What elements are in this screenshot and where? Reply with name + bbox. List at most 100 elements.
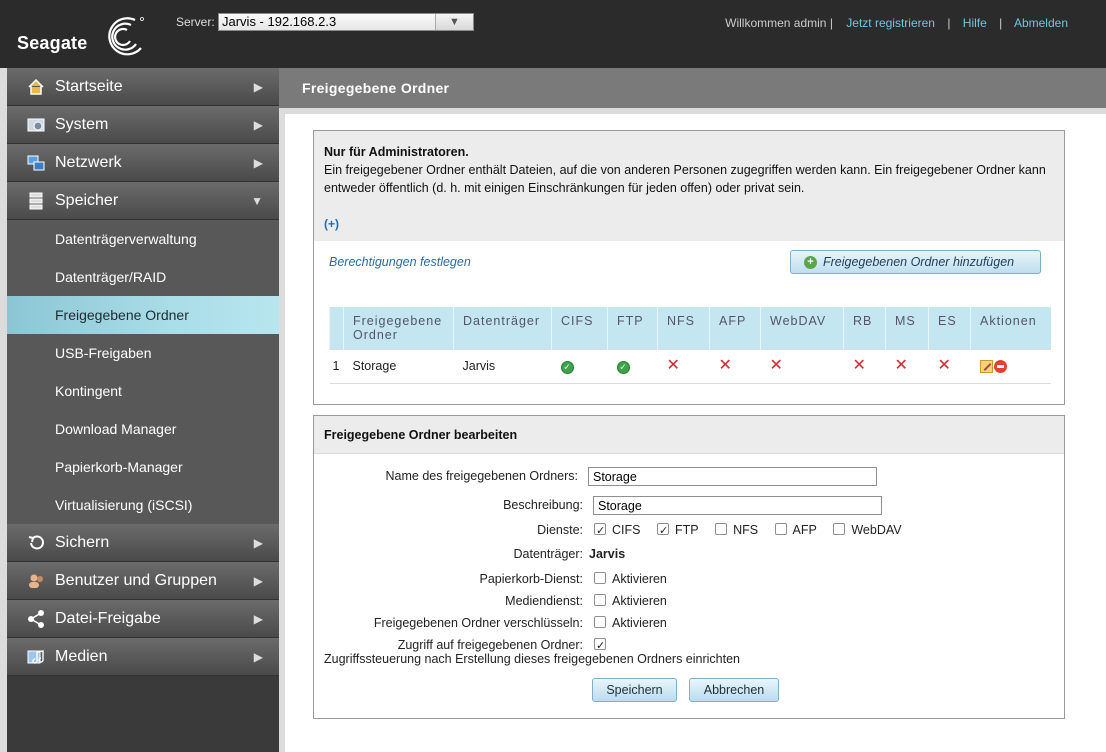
sidebar-subitem-download-manager[interactable]: Download Manager [7, 410, 279, 448]
users-icon [29, 574, 43, 588]
storage-icon [29, 192, 43, 210]
backup-icon [28, 535, 44, 550]
checkbox[interactable] [774, 522, 787, 535]
add-shared-folder-button[interactable]: + Freigegebenen Ordner hinzufügen [790, 250, 1041, 274]
actions [970, 348, 1051, 384]
col-header: Datenträger [453, 307, 552, 349]
sidebar-item-label: Speicher [55, 192, 119, 209]
sidebar-subitem-usb-freigaben[interactable]: USB-Freigaben [7, 334, 279, 372]
sidebar-item-medien[interactable]: Medien ▶ [7, 638, 279, 676]
service-afp[interactable]: AFP [774, 520, 817, 540]
check-icon: ✓ [560, 360, 574, 374]
sidebar-item-benutzer-und-gruppen[interactable]: Benutzer und Gruppen ▶ [7, 562, 279, 600]
sidebar-item-startseite[interactable]: Startseite ▶ [7, 68, 279, 106]
welcome-text: Willkommen admin | [725, 16, 833, 30]
access-description: Zugriffssteuerung nach Erstellung dieses… [324, 652, 740, 666]
col-header: Freigegebene Ordner [343, 307, 454, 349]
arrow-right-icon: ▶ [253, 536, 263, 550]
media-service-option[interactable]: Aktivieren [594, 591, 667, 611]
sidebar-subitem-freigegebene-ordner[interactable]: Freigegebene Ordner [7, 296, 279, 334]
media-service-checkbox[interactable] [594, 593, 606, 606]
sidebar-subitem-datentraegerverwaltung[interactable]: Datenträgerverwaltung [7, 220, 279, 258]
col-header: FTP [607, 307, 658, 349]
checkbox[interactable] [656, 521, 669, 541]
set-permissions-link[interactable]: Berechtigungen festlegen [329, 255, 471, 269]
ms-status: ✕ [885, 348, 929, 384]
table-header-row: Freigegebene Ordner Datenträger CIFS FTP… [329, 307, 1051, 349]
recycle-bin-option[interactable]: Aktivieren [594, 569, 667, 589]
info-title: Nur für Administratoren. [324, 145, 469, 159]
help-link[interactable]: Hilfe [963, 16, 987, 30]
cancel-button[interactable]: Abbrechen [689, 678, 779, 702]
encrypt-checkbox[interactable] [594, 615, 606, 628]
add-icon: + [804, 256, 817, 269]
service-ftp[interactable]: FTP [656, 520, 699, 541]
server-select[interactable]: Jarvis - 192.168.2.3 ▼ [218, 13, 474, 31]
logout-link[interactable]: Abmelden [1014, 16, 1068, 30]
arrow-right-icon: ▶ [253, 650, 263, 664]
edit-icon[interactable] [979, 360, 993, 374]
shared-folders-panel: Nur für Administratoren. Ein freigegeben… [313, 130, 1065, 405]
rb-status: ✕ [843, 348, 886, 384]
register-link[interactable]: Jetzt registrieren [846, 16, 935, 30]
sidebar-subitem-kontingent[interactable]: Kontingent [7, 372, 279, 410]
sidebar-item-datei-freigabe[interactable]: Datei-Freigabe ▶ [7, 600, 279, 638]
col-header: AFP [709, 307, 761, 349]
service-cifs[interactable]: CIFS [594, 520, 640, 541]
dropdown-arrow-icon[interactable]: ▼ [435, 14, 473, 30]
server-select-value: Jarvis - 192.168.2.3 [222, 14, 337, 29]
description-input[interactable] [593, 496, 882, 515]
cross-icon: ✕ [852, 357, 866, 374]
arrow-right-icon: ▶ [253, 574, 263, 588]
arrow-right-icon: ▶ [253, 156, 263, 170]
sidebar-item-label: Startseite [55, 78, 123, 95]
seagate-logo[interactable]: Seagate [17, 14, 147, 58]
delete-icon[interactable] [993, 360, 1007, 374]
access-checkbox[interactable] [594, 636, 606, 656]
col-header: ES [928, 307, 971, 349]
server-label: Server: [176, 15, 215, 29]
checkbox[interactable] [715, 522, 728, 535]
seagate-swirl-icon [108, 17, 144, 56]
cross-icon: ✕ [894, 357, 908, 374]
save-button[interactable]: Speichern [592, 678, 677, 702]
name-label: Name des freigegebenen Ordners: [385, 469, 578, 483]
checkbox[interactable] [833, 522, 846, 535]
service-webdav[interactable]: WebDAV [833, 520, 902, 540]
recycle-bin-checkbox[interactable] [594, 571, 606, 584]
sidebar-item-label: Medien [55, 648, 108, 665]
recycle-bin-label: Papierkorb-Dienst: [479, 572, 583, 586]
description-label: Beschreibung: [503, 498, 583, 512]
name-input[interactable] [588, 467, 877, 486]
folder-name: Storage [343, 348, 454, 384]
checkbox[interactable] [594, 521, 606, 541]
col-header: NFS [657, 307, 710, 349]
nfs-status: ✕ [657, 348, 710, 384]
sidebar-item-system[interactable]: System ▶ [7, 106, 279, 144]
sidebar-item-label: Benutzer und Gruppen [55, 572, 217, 589]
info-text: Ein freigegebener Ordner enthält Dateien… [324, 163, 1046, 195]
service-nfs[interactable]: NFS [715, 520, 758, 540]
sidebar-subitem-datentraeger-raid[interactable]: Datenträger/RAID [7, 258, 279, 296]
es-status: ✕ [928, 348, 971, 384]
cifs-status: ✓ [551, 348, 608, 384]
sidebar-item-speicher[interactable]: Speicher ▼ [7, 182, 279, 220]
table-row[interactable]: 1 Storage Jarvis ✓ ✓ ✕ ✕ ✕ ✕ ✕ ✕ [329, 348, 1051, 384]
col-index [329, 307, 344, 349]
system-icon [27, 118, 45, 132]
check-icon: ✓ [616, 360, 630, 374]
sidebar-subitem-papierkorb-manager[interactable]: Papierkorb-Manager [7, 448, 279, 486]
encrypt-option[interactable]: Aktivieren [594, 613, 667, 633]
sidebar-subitem-virtualisierung[interactable]: Virtualisierung (iSCSI) [7, 486, 279, 524]
col-header: WebDAV [760, 307, 844, 349]
sidebar-item-sichern[interactable]: Sichern ▶ [7, 524, 279, 562]
col-header: Aktionen [970, 307, 1051, 349]
arrow-right-icon: ▶ [253, 612, 263, 626]
sidebar-item-netzwerk[interactable]: Netzwerk ▶ [7, 144, 279, 182]
ftp-status: ✓ [607, 348, 658, 384]
arrow-down-icon: ▼ [251, 194, 263, 208]
brand-name: Seagate [17, 33, 88, 53]
expand-link[interactable]: (+) [324, 215, 339, 233]
top-links: Willkommen admin | Jetzt registrieren | … [725, 16, 1068, 30]
services-group: CIFS FTP NFS AFP WebDAV [594, 520, 924, 541]
